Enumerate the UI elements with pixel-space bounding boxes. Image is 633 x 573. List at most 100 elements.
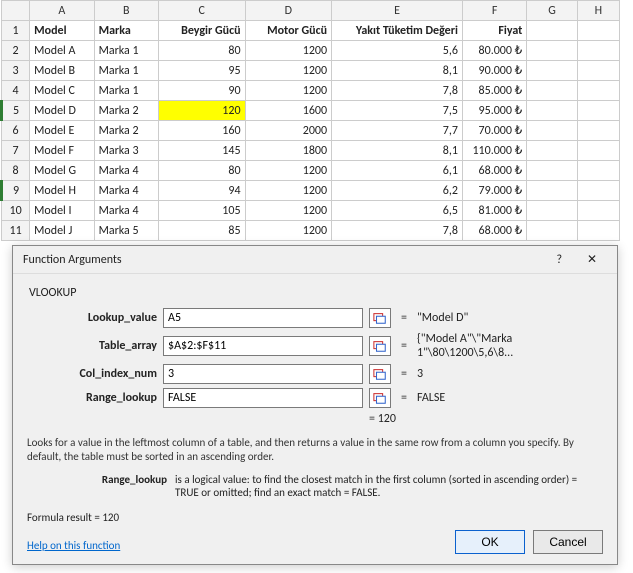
cell[interactable]: 90.000 ₺ — [462, 61, 526, 81]
cell[interactable]: 81.000 ₺ — [462, 201, 526, 221]
collapse-dialog-icon[interactable] — [369, 388, 391, 408]
cell[interactable] — [527, 81, 577, 101]
cell[interactable]: 94 — [158, 181, 245, 201]
col-header-E[interactable]: E — [332, 1, 463, 21]
cell[interactable] — [527, 201, 577, 221]
cell[interactable]: 85.000 ₺ — [462, 81, 526, 101]
cell[interactable]: Beygir Gücü — [158, 21, 245, 41]
cell[interactable]: Marka 1 — [94, 81, 158, 101]
cell[interactable] — [527, 21, 577, 41]
arg-input-range_lookup[interactable] — [163, 388, 363, 408]
cell[interactable]: 5,6 — [332, 41, 463, 61]
cell[interactable]: 1200 — [245, 181, 332, 201]
cell[interactable] — [527, 161, 577, 181]
cell[interactable]: Marka 1 — [94, 41, 158, 61]
col-header-G[interactable]: G — [527, 1, 577, 21]
cell[interactable]: 95 — [158, 61, 245, 81]
cell[interactable] — [527, 221, 577, 241]
cell[interactable]: Marka 4 — [94, 181, 158, 201]
column-headers[interactable]: A B C D E F G H — [2, 1, 620, 21]
cell[interactable] — [577, 101, 619, 121]
cell[interactable] — [577, 141, 619, 161]
cell[interactable] — [577, 181, 619, 201]
cell[interactable]: 80 — [158, 161, 245, 181]
ok-button[interactable]: OK — [455, 530, 525, 554]
cell[interactable] — [577, 201, 619, 221]
cell[interactable]: 70.000 ₺ — [462, 121, 526, 141]
col-header-C[interactable]: C — [158, 1, 245, 21]
row-header[interactable]: 9 — [2, 181, 30, 201]
cell[interactable] — [577, 121, 619, 141]
cell[interactable]: Marka 1 — [94, 61, 158, 81]
cell[interactable] — [527, 141, 577, 161]
cell[interactable]: 6,1 — [332, 161, 463, 181]
cell[interactable] — [527, 41, 577, 61]
cell[interactable]: Model A — [30, 41, 94, 61]
cell[interactable]: Marka 4 — [94, 201, 158, 221]
cell[interactable]: 1200 — [245, 221, 332, 241]
cell[interactable]: Model J — [30, 221, 94, 241]
cell[interactable]: Model E — [30, 121, 94, 141]
help-link[interactable]: Help on this function — [27, 539, 120, 552]
select-all-corner[interactable] — [2, 1, 30, 21]
cell[interactable]: Model C — [30, 81, 94, 101]
collapse-dialog-icon[interactable] — [369, 336, 391, 356]
cell[interactable]: Marka 3 — [94, 141, 158, 161]
row-header[interactable]: 6 — [2, 121, 30, 141]
col-header-F[interactable]: F — [462, 1, 526, 21]
cell[interactable]: Yakıt Tüketim Değeri — [332, 21, 463, 41]
cell[interactable]: 1200 — [245, 81, 332, 101]
cell[interactable]: 7,8 — [332, 221, 463, 241]
cell[interactable]: 1200 — [245, 61, 332, 81]
cell[interactable]: 1600 — [245, 101, 332, 121]
cell[interactable]: 6,5 — [332, 201, 463, 221]
row-header[interactable]: 5 — [2, 101, 30, 121]
cell[interactable]: Fiyat — [462, 21, 526, 41]
col-header-H[interactable]: H — [577, 1, 619, 21]
col-header-A[interactable]: A — [30, 1, 94, 21]
cell[interactable] — [577, 221, 619, 241]
dialog-close-button[interactable]: ✕ — [577, 248, 607, 270]
cell[interactable]: 2000 — [245, 121, 332, 141]
row-header[interactable]: 10 — [2, 201, 30, 221]
cell[interactable]: 80.000 ₺ — [462, 41, 526, 61]
spreadsheet-grid[interactable]: A B C D E F G H 1ModelMarkaBeygir GücüMo… — [0, 0, 620, 241]
cell[interactable] — [577, 41, 619, 61]
dialog-help-button[interactable]: ? — [544, 249, 574, 271]
arg-input-lookup_value[interactable] — [163, 308, 363, 328]
cell[interactable]: 79.000 ₺ — [462, 181, 526, 201]
cell[interactable]: Model I — [30, 201, 94, 221]
row-header[interactable]: 4 — [2, 81, 30, 101]
cell[interactable] — [577, 61, 619, 81]
collapse-dialog-icon[interactable] — [369, 364, 391, 384]
cell[interactable]: 110.000 ₺ — [462, 141, 526, 161]
cell[interactable]: Model B — [30, 61, 94, 81]
cell[interactable]: 8,1 — [332, 141, 463, 161]
row-header[interactable]: 7 — [2, 141, 30, 161]
cell[interactable]: Marka 2 — [94, 101, 158, 121]
arg-input-col_index_num[interactable] — [163, 364, 363, 384]
row-header[interactable]: 1 — [2, 21, 30, 41]
cell[interactable]: 85 — [158, 221, 245, 241]
cell[interactable]: 68.000 ₺ — [462, 161, 526, 181]
cell[interactable]: 145 — [158, 141, 245, 161]
col-header-D[interactable]: D — [245, 1, 332, 21]
cell[interactable]: Model G — [30, 161, 94, 181]
cell[interactable]: 7,5 — [332, 101, 463, 121]
cell[interactable] — [527, 121, 577, 141]
cell[interactable]: 120 — [158, 101, 245, 121]
cell[interactable]: 6,2 — [332, 181, 463, 201]
cell[interactable]: 1200 — [245, 161, 332, 181]
cell[interactable] — [527, 101, 577, 121]
cell[interactable]: 160 — [158, 121, 245, 141]
cell[interactable] — [577, 161, 619, 181]
cell[interactable]: 1200 — [245, 41, 332, 61]
cell[interactable]: 8,1 — [332, 61, 463, 81]
row-header[interactable]: 11 — [2, 221, 30, 241]
cell[interactable]: 90 — [158, 81, 245, 101]
cell[interactable]: Model — [30, 21, 94, 41]
cell[interactable]: Model F — [30, 141, 94, 161]
arg-input-table_array[interactable] — [163, 336, 363, 356]
cell[interactable]: 7,8 — [332, 81, 463, 101]
row-header[interactable]: 2 — [2, 41, 30, 61]
